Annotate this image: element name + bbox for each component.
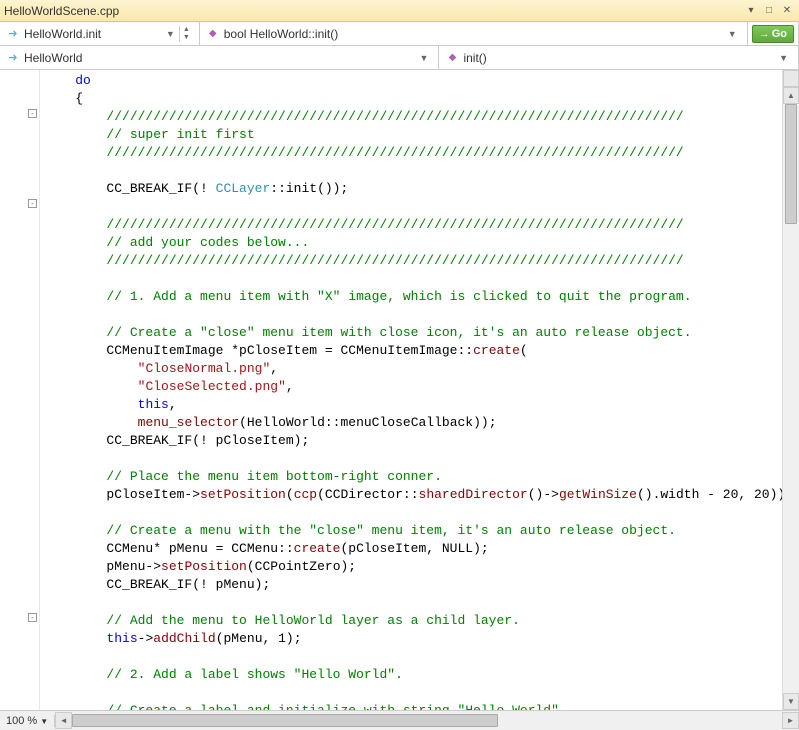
close-icon[interactable]: ✕ (779, 4, 795, 18)
scope-icon: ➜ (6, 27, 20, 41)
member-dropdown[interactable]: ◆ bool HelloWorld::init() ▼ (200, 22, 748, 45)
vertical-scrollbar[interactable]: ▲ ▼ (782, 70, 799, 710)
dropdown-icon[interactable]: ▾ (743, 4, 759, 18)
fold-marker[interactable]: - (28, 109, 37, 118)
scroll-thumb-v[interactable] (785, 104, 797, 224)
chevron-down-icon[interactable]: ▼ (775, 53, 792, 63)
chevron-down-icon[interactable]: ▼ (162, 29, 179, 39)
scope-dropdown[interactable]: ➜ HelloWorld.init ▼ ▲ ▼ (0, 22, 200, 45)
maximize-icon[interactable]: □ (761, 4, 777, 18)
scope-text: HelloWorld.init (24, 27, 162, 41)
scroll-thumb-h[interactable] (72, 714, 498, 727)
title-bar: HelloWorldScene.cpp ▾ □ ✕ (0, 0, 799, 22)
chevron-down-icon[interactable]: ▼ (724, 29, 741, 39)
go-arrow-icon: → (759, 28, 770, 40)
editor: - - - do { /////////////////////////////… (0, 70, 799, 710)
scope-down-icon[interactable]: ▼ (180, 34, 193, 42)
method-text: init() (463, 51, 775, 65)
class-text: HelloWorld (24, 51, 416, 65)
zoom-level[interactable]: 100 % ▼ (0, 715, 55, 727)
scope-up-icon[interactable]: ▲ (180, 26, 193, 34)
scroll-left-icon[interactable]: ◄ (55, 712, 72, 729)
status-bar: 100 % ▼ ◄ ► (0, 710, 799, 730)
code-area[interactable]: do { ///////////////////////////////////… (40, 70, 782, 710)
navbar-row-1: ➜ HelloWorld.init ▼ ▲ ▼ ◆ bool HelloWorl… (0, 22, 799, 46)
member-text: bool HelloWorld::init() (224, 27, 724, 41)
scroll-track-h[interactable] (72, 712, 782, 729)
go-label: Go (772, 28, 787, 40)
fold-marker[interactable]: - (28, 199, 37, 208)
scope-nav-arrows: ▲ ▼ (179, 26, 193, 42)
scroll-down-icon[interactable]: ▼ (783, 693, 799, 710)
class-icon: ➜ (6, 51, 20, 65)
horizontal-scrollbar[interactable]: ◄ ► (55, 712, 799, 729)
zoom-chevron-icon: ▼ (40, 717, 48, 726)
class-dropdown[interactable]: ➜ HelloWorld ▼ (0, 46, 439, 69)
method-dropdown[interactable]: ◆ init() ▼ (439, 46, 799, 69)
scroll-right-icon[interactable]: ► (782, 712, 799, 729)
window-controls: ▾ □ ✕ (743, 4, 795, 18)
file-title: HelloWorldScene.cpp (4, 4, 743, 18)
gutter: - - - (0, 70, 40, 710)
method-icon: ◆ (206, 27, 220, 41)
navbar-row-2: ➜ HelloWorld ▼ ◆ init() ▼ (0, 46, 799, 70)
fold-marker[interactable]: - (28, 613, 37, 622)
method-cube-icon: ◆ (445, 51, 459, 65)
go-button[interactable]: → Go (752, 25, 794, 43)
go-button-cell: → Go (748, 22, 799, 45)
split-handle[interactable] (783, 70, 799, 87)
chevron-down-icon[interactable]: ▼ (416, 53, 433, 63)
scroll-up-icon[interactable]: ▲ (783, 87, 799, 104)
